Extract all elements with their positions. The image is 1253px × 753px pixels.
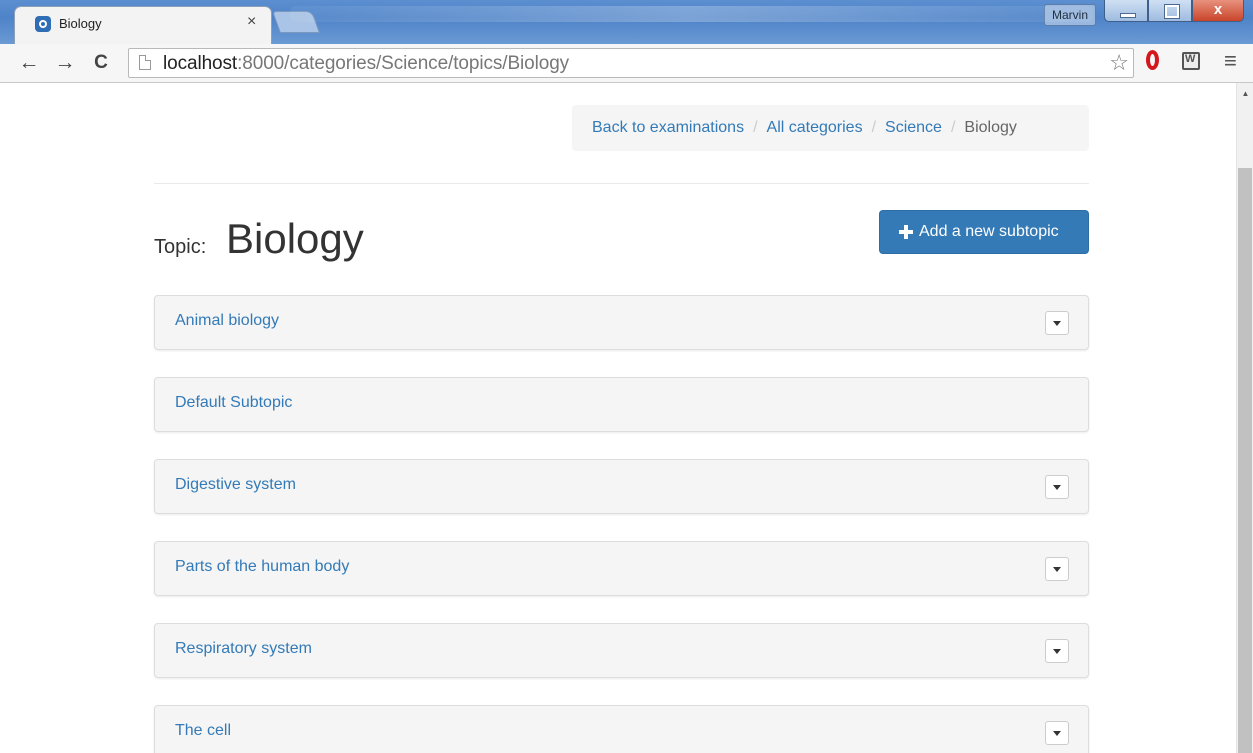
subtopic-title[interactable]: Default Subtopic: [175, 394, 292, 412]
browser-toolbar: ← → C localhost:8000/categories/Science/…: [0, 44, 1253, 83]
breadcrumb-separator: /: [871, 119, 877, 136]
dropdown-toggle-button[interactable]: [1045, 311, 1069, 335]
subtopic-panel[interactable]: Digestive system: [154, 459, 1089, 514]
dropdown-toggle-button[interactable]: [1045, 639, 1069, 663]
bookmark-star-icon[interactable]: ☆: [1109, 50, 1129, 76]
subtopic-title[interactable]: Parts of the human body: [175, 558, 349, 576]
address-bar[interactable]: localhost:8000/categories/Science/topics…: [128, 48, 1134, 78]
back-arrow-icon[interactable]: ←: [16, 50, 42, 76]
plus-icon: [899, 225, 913, 239]
scroll-up-arrow-icon[interactable]: ▲: [1237, 89, 1253, 98]
divider: [154, 183, 1089, 184]
subtopic-panel[interactable]: Animal biology: [154, 295, 1089, 350]
close-icon: x: [1213, 1, 1223, 18]
page-title: Biology: [226, 215, 364, 262]
new-tab-button[interactable]: [271, 11, 321, 33]
subtopic-title[interactable]: Respiratory system: [175, 640, 312, 658]
dropdown-toggle-button[interactable]: [1045, 721, 1069, 745]
browser-titlebar: Biology × Marvin x: [0, 0, 1253, 44]
subtopic-title[interactable]: Animal biology: [175, 312, 279, 330]
scrollbar-thumb[interactable]: [1238, 168, 1252, 753]
shield-extension-icon[interactable]: [1182, 52, 1200, 70]
topic-label: Topic:: [154, 236, 207, 258]
caret-down-icon: [1053, 321, 1061, 326]
dropdown-toggle-button[interactable]: [1045, 557, 1069, 581]
breadcrumb-separator: /: [753, 119, 758, 136]
subtopic-panel[interactable]: Default Subtopic: [154, 377, 1089, 432]
subtopic-title[interactable]: Digestive system: [175, 476, 296, 494]
browser-tab[interactable]: Biology ×: [14, 6, 272, 44]
caret-down-icon: [1053, 567, 1061, 572]
url-text[interactable]: localhost:8000/categories/Science/topics…: [163, 53, 569, 75]
minimize-button[interactable]: [1104, 0, 1148, 22]
caret-down-icon: [1053, 485, 1061, 490]
window-close-button[interactable]: x: [1192, 0, 1244, 22]
profile-button[interactable]: Marvin: [1044, 4, 1096, 26]
opera-extension-icon[interactable]: [1146, 50, 1159, 70]
breadcrumb-link-categories[interactable]: All categories: [767, 119, 863, 136]
maximize-button[interactable]: [1148, 0, 1192, 22]
subtopic-panel[interactable]: Respiratory system: [154, 623, 1089, 678]
tab-title: Biology: [59, 16, 102, 31]
add-subtopic-label: Add a new subtopic: [919, 223, 1059, 240]
page-icon: [139, 55, 151, 70]
breadcrumb-link-examinations[interactable]: Back to examinations: [592, 119, 744, 136]
caret-down-icon: [1053, 731, 1061, 736]
add-subtopic-button[interactable]: Add a new subtopic: [879, 210, 1089, 254]
vertical-scrollbar[interactable]: ▲: [1236, 83, 1253, 753]
caret-down-icon: [1053, 649, 1061, 654]
subtopic-panel[interactable]: The cell: [154, 705, 1089, 753]
reload-icon[interactable]: C: [88, 50, 114, 76]
page-viewport: Back to examinations / All categories / Scie…: [0, 83, 1236, 753]
menu-icon[interactable]: ≡: [1224, 48, 1237, 74]
subtopic-title[interactable]: The cell: [175, 722, 231, 740]
subtopic-panel[interactable]: Parts of the human body: [154, 541, 1089, 596]
forward-arrow-icon[interactable]: →: [52, 50, 78, 76]
breadcrumb-separator: /: [950, 119, 956, 136]
breadcrumb-current: Biology: [964, 119, 1017, 136]
breadcrumb: Back to examinations / All categories / Scie…: [572, 105, 1089, 151]
breadcrumb-link-science[interactable]: Science: [885, 119, 942, 136]
dropdown-toggle-button[interactable]: [1045, 475, 1069, 499]
site-logo-icon: [35, 16, 51, 32]
close-tab-icon[interactable]: ×: [247, 14, 256, 30]
